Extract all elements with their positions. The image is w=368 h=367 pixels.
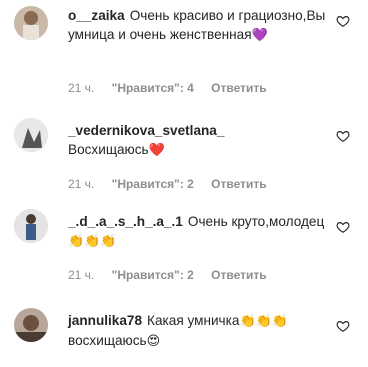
comment-time[interactable]: 21 ч. [68, 268, 94, 282]
purple-heart-icon: 💜 [251, 27, 268, 43]
comment-item: _vedernikova_svetlana_ Восхищаюсь❤️ 21 ч… [0, 105, 368, 191]
comment-username[interactable]: _.d_.a_.s_.h_.a_.1 [68, 214, 183, 229]
comment-text: _vedernikova_svetlana_ Восхищаюсь❤️ [68, 122, 336, 160]
comment-username[interactable]: jannulika78 [68, 313, 142, 328]
comment-text: _.d_.a_.s_.h_.a_.1 Очень круто,молодец 👏👏👏 [68, 213, 336, 251]
reply-button[interactable]: Ответить [211, 268, 266, 282]
comment-likes-count[interactable]: "Нравится": 4 [112, 81, 194, 95]
reply-button[interactable]: Ответить [211, 81, 266, 95]
comment-message: Восхищаюсь [68, 141, 149, 157]
heart-outline-icon[interactable] [336, 220, 350, 234]
avatar-image [14, 6, 48, 40]
comment-message: Какая умничка [147, 313, 240, 328]
comment-item: _.d_.a_.s_.h_.a_.1 Очень круто,молодец 👏👏👏… [0, 187, 368, 287]
comment-item: jannulika78 Какая умничка👏👏👏 восхищаюсь😍 [0, 287, 368, 367]
avatar[interactable] [14, 6, 48, 40]
clapping-hands-icon: 👏👏👏 [68, 233, 117, 249]
heart-outline-icon[interactable] [336, 129, 350, 143]
comment-item: o__zaika Очень красиво и грациозно,Вы умн… [0, 0, 368, 105]
avatar[interactable] [14, 209, 48, 243]
avatar-image [14, 118, 48, 152]
avatar[interactable] [14, 118, 48, 152]
comment-text: jannulika78 Какая умничка👏👏👏 восхищаюсь😍 [68, 312, 336, 351]
heart-outline-icon[interactable] [336, 14, 350, 28]
avatar[interactable] [14, 308, 48, 342]
heart-outline-icon[interactable] [336, 319, 350, 333]
comment-time[interactable]: 21 ч. [68, 81, 94, 95]
comment-meta: 21 ч. "Нравится": 2 Ответить [68, 268, 281, 282]
comment-likes-count[interactable]: "Нравится": 2 [112, 268, 194, 282]
avatar-image [14, 308, 48, 342]
comment-message-continued: восхищаюсь [68, 332, 147, 348]
comment-username[interactable]: _vedernikova_svetlana_ [68, 122, 331, 141]
comment-message: Очень круто,молодец [187, 214, 325, 229]
comment-username[interactable]: o__zaika [68, 8, 125, 23]
red-heart-icon: ❤️ [148, 142, 165, 158]
avatar-image [14, 209, 48, 243]
heart-eyes-icon: 😍 [146, 333, 161, 349]
comment-text: o__zaika Очень красиво и грациозно,Вы умн… [68, 7, 336, 45]
comment-meta: 21 ч. "Нравится": 4 Ответить [68, 81, 281, 95]
clapping-hands-icon: 👏👏👏 [239, 314, 289, 329]
